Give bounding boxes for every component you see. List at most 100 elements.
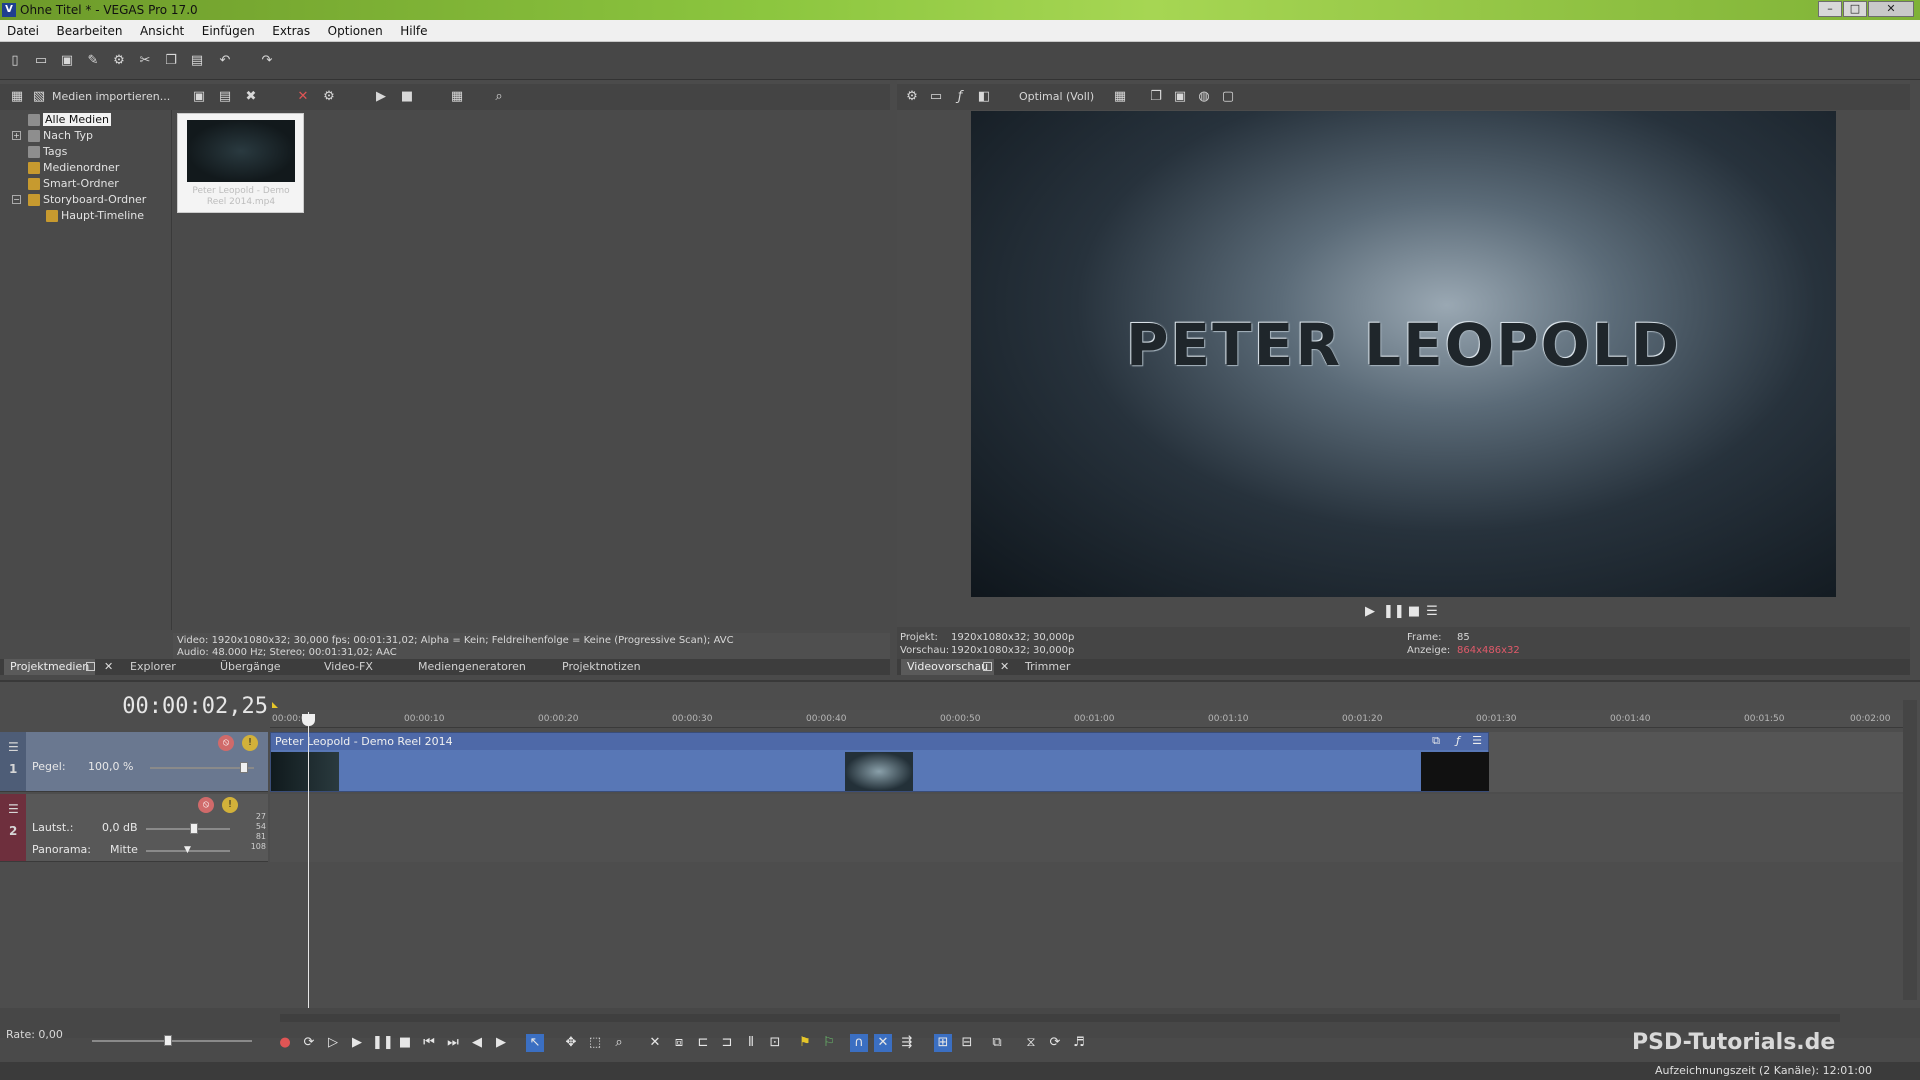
envelope-tool-icon[interactable]: ✥ xyxy=(562,1034,580,1052)
maximize-button[interactable]: □ xyxy=(1843,1,1867,17)
collapse-icon[interactable]: − xyxy=(12,195,21,204)
stop-media-icon[interactable]: ■ xyxy=(398,88,416,106)
tree-item-tags[interactable]: Tags xyxy=(28,144,67,160)
rate-slider-track[interactable] xyxy=(92,1040,252,1042)
menu-extras[interactable]: Extras xyxy=(265,20,317,42)
expand-icon[interactable]: + xyxy=(12,131,21,140)
tab-video-fx[interactable]: Video-FX xyxy=(318,659,379,675)
tree-item-smart-folder[interactable]: Smart-Ordner xyxy=(28,176,119,192)
region-icon[interactable]: ⚐ xyxy=(820,1034,838,1052)
tab-transitions[interactable]: Übergänge xyxy=(214,659,287,675)
solo-icon[interactable]: ! xyxy=(242,735,258,751)
stop-icon[interactable]: ■ xyxy=(1405,603,1423,621)
mute-icon[interactable]: ⦸ xyxy=(218,735,234,751)
grid-icon[interactable]: ▦ xyxy=(1111,88,1129,106)
normal-edit-tool-icon[interactable]: ↖ xyxy=(526,1034,544,1052)
remove-unused-icon[interactable]: ✖ xyxy=(242,88,260,106)
mute-icon[interactable]: ⦸ xyxy=(198,797,214,813)
stop-icon[interactable]: ■ xyxy=(396,1034,414,1052)
view-icon[interactable]: ▦ xyxy=(8,88,26,106)
trim-end-icon[interactable]: ⊐ xyxy=(718,1034,736,1052)
preview-menu-icon[interactable]: ☰ xyxy=(1423,603,1441,621)
tab-project-notes[interactable]: Projektnotizen xyxy=(556,659,647,675)
copy-snapshot-icon[interactable]: ❐ xyxy=(1147,88,1165,106)
loop-icon[interactable]: ⟳ xyxy=(300,1034,318,1052)
rate-slider-knob[interactable] xyxy=(164,1035,172,1046)
properties-gear-icon[interactable]: ⚙ xyxy=(110,52,128,70)
close-tab-icon[interactable]: ✕ xyxy=(1000,659,1009,675)
views-icon[interactable]: ▦ xyxy=(448,88,466,106)
menu-optionen[interactable]: Optionen xyxy=(321,20,390,42)
tab-project-media[interactable]: Projektmedien xyxy=(4,659,96,675)
play-media-icon[interactable]: ▶ xyxy=(372,88,390,106)
copy-icon[interactable]: ❐ xyxy=(162,52,180,70)
loop-marker-icon[interactable] xyxy=(272,702,278,708)
previous-frame-icon[interactable]: ◀ xyxy=(468,1034,486,1052)
undo-icon[interactable]: ↶ xyxy=(216,52,234,70)
menu-datei[interactable]: Datei xyxy=(0,20,46,42)
track-menu-icon[interactable]: ☰ xyxy=(8,740,19,754)
marker-icon[interactable]: ⚑ xyxy=(796,1034,814,1052)
search-icon[interactable]: ⌕ xyxy=(490,88,508,106)
automation-icon[interactable]: ⧖ xyxy=(1022,1034,1040,1052)
redo-icon[interactable]: ↷ xyxy=(258,52,276,70)
safe-area-icon[interactable]: ▢ xyxy=(1219,88,1237,106)
tab-media-generators[interactable]: Mediengeneratoren xyxy=(412,659,532,675)
motion-tracking-icon[interactable]: ⟳ xyxy=(1046,1034,1064,1052)
tree-item-by-type[interactable]: + Nach Typ xyxy=(12,128,93,144)
volume-slider-track[interactable] xyxy=(146,828,230,830)
auto-ripple-icon[interactable]: ⇶ xyxy=(898,1034,916,1052)
solo-icon[interactable]: ! xyxy=(222,797,238,813)
import-icon[interactable]: ▧ xyxy=(30,88,48,106)
menu-hilfe[interactable]: Hilfe xyxy=(393,20,434,42)
save-icon[interactable]: ▣ xyxy=(58,52,76,70)
delete-icon[interactable]: ✕ xyxy=(294,88,312,106)
fx-icon[interactable]: ƒ xyxy=(951,88,969,106)
trim-start-icon[interactable]: ⊏ xyxy=(694,1034,712,1052)
ignore-grouping-icon[interactable]: ⊟ xyxy=(958,1034,976,1052)
audio-sync-icon[interactable]: ♬ xyxy=(1070,1034,1088,1052)
open-folder-icon[interactable]: ▭ xyxy=(32,52,50,70)
pause-icon[interactable]: ❚❚ xyxy=(1383,603,1405,621)
record-icon[interactable]: ● xyxy=(276,1034,294,1052)
timeline-ruler[interactable]: 00:00:00 00:00:10 00:00:20 00:00:30 00:0… xyxy=(270,710,1903,728)
menu-ansicht[interactable]: Ansicht xyxy=(133,20,191,42)
menu-bearbeiten[interactable]: Bearbeiten xyxy=(50,20,130,42)
new-project-icon[interactable]: ▯ xyxy=(6,52,24,70)
next-frame-icon[interactable]: ▶ xyxy=(492,1034,510,1052)
audio-track-header[interactable]: ☰ 2 ⦸ ! Lautst.: 0,0 dB Panorama: Mitte … xyxy=(0,794,268,862)
event-menu-icon[interactable]: ☰ xyxy=(1472,734,1482,747)
tab-trimmer[interactable]: Trimmer xyxy=(1019,659,1076,675)
video-track-header[interactable]: ☰ 1 ⦸ ! Pegel: 100,0 % xyxy=(0,732,268,792)
undock-icon[interactable] xyxy=(86,662,95,671)
close-button[interactable]: ✕ xyxy=(1868,1,1914,17)
auto-crossfade-icon[interactable]: ✕ xyxy=(874,1034,892,1052)
import-media-dropdown[interactable]: Medien importieren... xyxy=(52,90,170,103)
go-to-start-icon[interactable]: ⏮ xyxy=(420,1034,438,1052)
minimize-button[interactable]: – xyxy=(1818,1,1842,17)
media-properties-icon[interactable]: ⚙ xyxy=(320,88,338,106)
tab-video-preview[interactable]: Videovorschau xyxy=(901,659,995,675)
render-icon[interactable]: ✎ xyxy=(84,52,102,70)
track-menu-icon[interactable]: ☰ xyxy=(8,802,19,816)
event-pan-crop-icon[interactable]: ⧉ xyxy=(1432,734,1440,748)
horizontal-scrollbar[interactable] xyxy=(280,1014,1840,1022)
split-icon[interactable]: ⫴ xyxy=(742,1034,760,1052)
paste-icon[interactable]: ▤ xyxy=(188,52,206,70)
pan-slider-knob[interactable]: ▼ xyxy=(184,845,191,855)
undock-icon[interactable] xyxy=(983,662,992,671)
play-icon[interactable]: ▶ xyxy=(1361,603,1379,621)
pause-icon[interactable]: ❚❚ xyxy=(372,1034,394,1052)
level-slider-knob[interactable] xyxy=(240,762,248,773)
external-monitor-icon[interactable]: ▭ xyxy=(927,88,945,106)
audio-track-lane[interactable] xyxy=(270,794,1903,862)
menu-einfuegen[interactable]: Einfügen xyxy=(195,20,262,42)
lock-envelopes-icon[interactable]: ⊞ xyxy=(934,1034,952,1052)
vertical-scrollbar[interactable] xyxy=(1903,700,1917,1000)
overlay-icon[interactable]: ◍ xyxy=(1195,88,1213,106)
close-tab-icon[interactable]: ✕ xyxy=(104,659,113,675)
preview-settings-gear-icon[interactable]: ⚙ xyxy=(903,88,921,106)
playhead-handle[interactable] xyxy=(302,714,315,726)
split-screen-icon[interactable]: ◧ xyxy=(975,88,993,106)
zoom-tool-icon[interactable]: ⌕ xyxy=(610,1034,628,1052)
